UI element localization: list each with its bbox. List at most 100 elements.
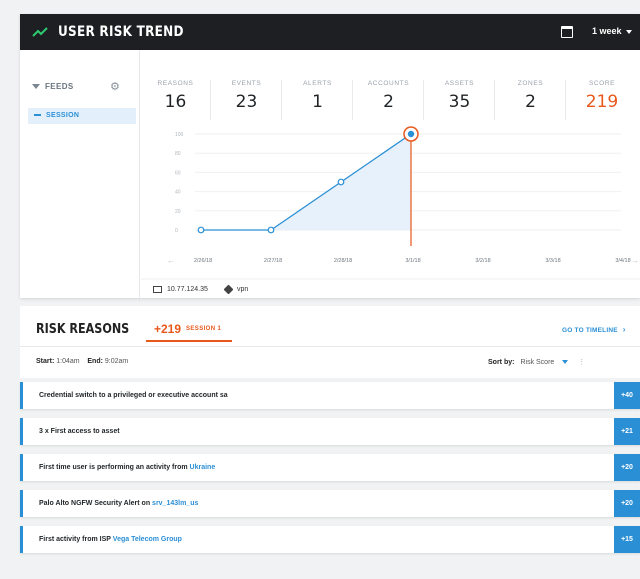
arrow-right-icon: → — [631, 256, 639, 265]
reason-points: +20 — [614, 454, 640, 481]
y-tick-label: 80 — [175, 151, 181, 157]
start-label: Start: — [36, 358, 55, 365]
reason-text: First time user is performing an activit… — [39, 464, 215, 471]
risk-reasons-title: RISK REASONS — [36, 322, 130, 337]
reason-label: 3 x First access to asset — [39, 428, 120, 435]
y-tick-label: 100 — [175, 132, 184, 138]
stat-value: 1 — [312, 92, 323, 112]
stat-value: 2 — [525, 92, 536, 112]
data-point — [407, 130, 415, 138]
reason-text: First activity from ISP Vega Telecom Gro… — [39, 536, 182, 543]
tag-label: vpn — [237, 286, 249, 293]
reason-row[interactable]: First time user is performing an activit… — [20, 454, 640, 481]
chevron-down-icon — [562, 360, 569, 365]
sort-label: Sort by: — [488, 359, 515, 366]
y-tick-label: 60 — [175, 170, 181, 176]
arrow-left-icon: ← — [167, 256, 175, 265]
reason-link[interactable]: Ukraine — [190, 464, 216, 471]
stat-assets: ASSETS 35 — [425, 80, 495, 120]
x-tick-label: 2/28/18 — [334, 258, 352, 264]
chevron-down-icon — [625, 29, 632, 34]
stat-label: EVENTS — [231, 80, 262, 87]
sidebar-item-session[interactable]: SESSION — [28, 108, 136, 124]
x-tick-label: 3/3/18 — [545, 258, 560, 264]
stat-zones: ZONES 2 — [496, 80, 566, 120]
stat-label: ZONES — [517, 80, 544, 87]
range-label: 1 week — [592, 26, 622, 36]
y-tick-label: 0 — [175, 228, 178, 234]
stat-accounts: ACCOUNTS 2 — [354, 80, 424, 120]
stat-events: EVENTS 23 — [212, 80, 282, 120]
stat-label: ASSETS — [444, 80, 475, 87]
data-point — [337, 178, 345, 186]
ip-address: 10.77.124.35 — [167, 286, 208, 293]
sort-control[interactable]: Sort by: Risk Score ⋮ — [488, 358, 585, 366]
stat-value: 35 — [448, 92, 471, 112]
reason-link[interactable]: Vega Telecom Group — [113, 536, 182, 543]
reason-link[interactable]: srv_143lm_us — [152, 500, 198, 507]
reason-points: +21 — [614, 418, 640, 445]
sort-value: Risk Score — [520, 359, 555, 366]
goto-label: GO TO TIMELINE — [562, 327, 618, 334]
calendar-icon[interactable] — [561, 26, 573, 38]
session-score[interactable]: +219 — [154, 322, 181, 336]
stat-score: SCORE 219 — [567, 80, 637, 120]
stat-value: 2 — [383, 92, 394, 112]
reason-label: First time user is performing an activit… — [39, 464, 190, 471]
y-tick-label: 20 — [175, 209, 181, 215]
header-bar: USER RISK TREND 1 week — [20, 14, 640, 50]
divider — [20, 346, 640, 347]
reason-text: Credential switch to a privileged or exe… — [39, 392, 228, 399]
user-risk-trend-panel: USER RISK TREND 1 week FEEDS ⚙ SESSION R… — [20, 14, 640, 302]
risk-reasons-panel: RISK REASONS +219 SESSION 1 GO TO TIMELI… — [20, 306, 640, 579]
x-tick-label: 3/2/18 — [475, 258, 490, 264]
filter-icon — [32, 84, 40, 90]
chevron-right-icon: › — [622, 325, 626, 334]
x-tick-label: 3/4/18 — [615, 258, 630, 264]
session-times: Start: 1:04am End: 9:02am — [36, 358, 128, 365]
stat-value: 16 — [164, 92, 187, 112]
session-meta: 10.77.124.35 vpn — [141, 280, 640, 298]
stat-value: 219 — [585, 92, 619, 112]
reason-row[interactable]: First activity from ISP Vega Telecom Gro… — [20, 526, 640, 553]
stat-label: SCORE — [588, 80, 616, 87]
stat-alerts: ALERTS 1 — [283, 80, 353, 120]
feeds-filter[interactable]: FEEDS — [32, 82, 74, 91]
reason-row[interactable]: 3 x First access to asset +21 — [20, 418, 640, 445]
end-time: 9:02am — [104, 358, 129, 365]
goto-timeline-link[interactable]: GO TO TIMELINE › — [562, 325, 626, 334]
reason-text: Palo Alto NGFW Security Alert on srv_143… — [39, 500, 198, 507]
feeds-sidebar: FEEDS ⚙ SESSION — [20, 50, 140, 302]
chart-svg: 0 20 40 60 80 100 2/26/18 2/27/18 2/28/18 3/1/18 3… — [141, 126, 640, 280]
x-tick-label: 2/26/18 — [194, 258, 212, 264]
stat-label: ALERTS — [303, 80, 332, 87]
stat-label: ACCOUNTS — [367, 80, 410, 87]
session-tab[interactable]: SESSION 1 — [186, 326, 221, 332]
risk-reasons-header: RISK REASONS +219 SESSION 1 GO TO TIMELI… — [20, 306, 640, 378]
risk-trend-chart: 0 20 40 60 80 100 2/26/18 2/27/18 2/28/18 3/1/18 3… — [141, 120, 640, 280]
reason-row[interactable]: Palo Alto NGFW Security Alert on srv_143… — [20, 490, 640, 517]
end-label: End: — [87, 358, 103, 365]
dash-icon — [34, 114, 41, 117]
reason-points: +20 — [614, 490, 640, 517]
reason-points: +40 — [614, 382, 640, 409]
stat-label: REASONS — [157, 80, 194, 87]
page-title: USER RISK TREND — [58, 24, 184, 40]
reason-points: +15 — [614, 526, 640, 553]
stats-row: REASONS 16 EVENTS 23 ALERTS 1 ACCOUNTS 2 ASS… — [141, 50, 640, 120]
tag-icon — [223, 284, 234, 295]
data-point — [197, 226, 205, 234]
stat-value: 23 — [235, 92, 258, 112]
active-tab-underline — [146, 340, 232, 342]
range-dropdown[interactable]: 1 week — [592, 26, 632, 36]
kebab-icon[interactable]: ⋮ — [578, 359, 585, 366]
feeds-label: FEEDS — [45, 82, 74, 91]
trend-icon — [32, 27, 48, 37]
reason-row[interactable]: Credential switch to a privileged or exe… — [20, 382, 640, 409]
reason-label: Palo Alto NGFW Security Alert on — [39, 500, 153, 507]
monitor-icon — [153, 286, 162, 293]
x-tick-label: 2/27/18 — [264, 258, 282, 264]
y-tick-label: 40 — [175, 190, 181, 196]
gear-icon[interactable]: ⚙ — [110, 80, 120, 93]
start-time: 1:04am — [56, 358, 80, 365]
